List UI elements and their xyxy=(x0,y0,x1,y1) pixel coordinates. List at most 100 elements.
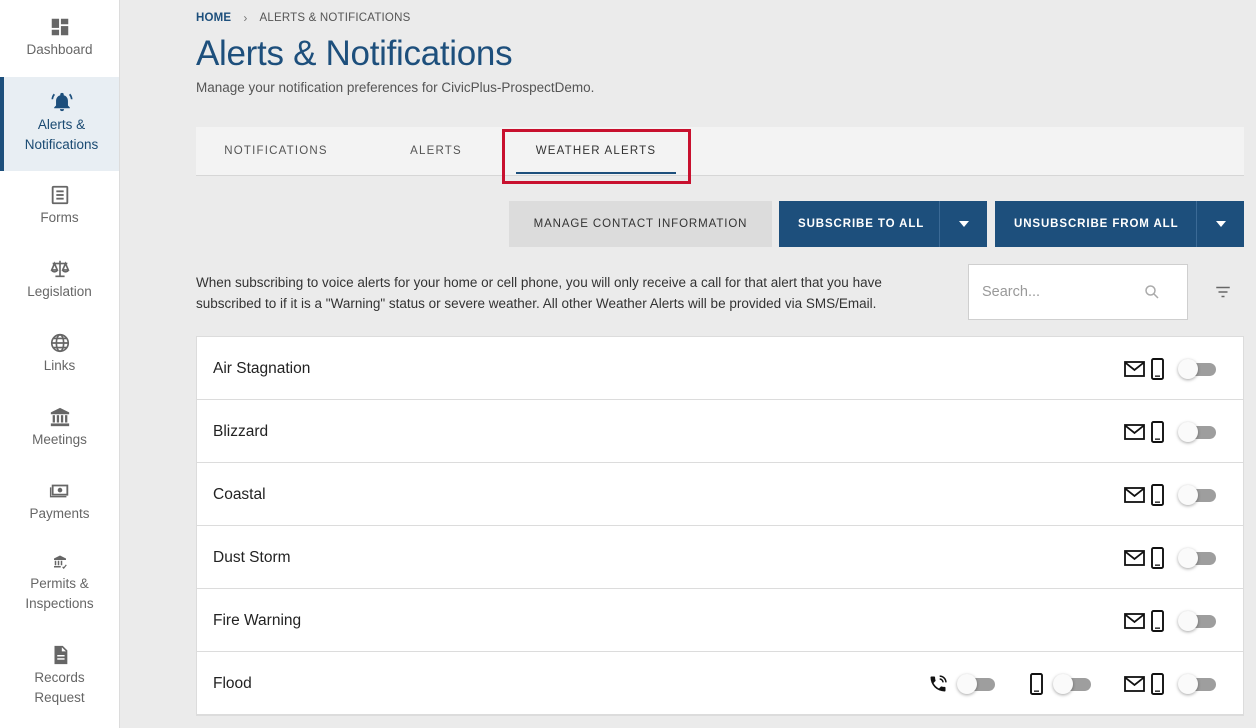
subscription-toggle[interactable] xyxy=(1178,610,1216,632)
channel-email-sms-control xyxy=(1123,420,1216,444)
building-icon xyxy=(50,407,69,427)
manage-contact-information-button[interactable]: MANAGE CONTACT INFORMATION xyxy=(509,201,772,247)
channel-email-sms-control xyxy=(1123,546,1216,570)
sidebar-item-label: Dashboard xyxy=(26,42,93,57)
mobile-phone-icon xyxy=(1151,484,1164,506)
page-title: Alerts & Notifications xyxy=(196,34,513,73)
subscription-toggle[interactable] xyxy=(1178,421,1216,443)
email-icon xyxy=(1123,424,1145,440)
email-icon xyxy=(1123,550,1145,566)
sidebar-item-label: Alerts & Notifications xyxy=(24,117,99,152)
document-icon xyxy=(54,645,67,665)
toggle-knob xyxy=(1178,674,1198,694)
chevron-right-icon: › xyxy=(243,11,248,25)
sidebar-item-label: Payments xyxy=(29,506,90,521)
channel-sms-control xyxy=(1027,672,1091,696)
subscription-toggle[interactable] xyxy=(1178,547,1216,569)
sidebar-item-permits-inspections[interactable]: Permits & Inspections xyxy=(0,554,119,614)
alert-name: Blizzard xyxy=(213,423,269,440)
sidebar-item-alerts-notifications[interactable]: Alerts & Notifications xyxy=(0,77,119,171)
alert-name: Coastal xyxy=(213,486,266,503)
alert-name: Air Stagnation xyxy=(213,360,311,377)
tab-alerts[interactable]: ALERTS xyxy=(356,127,516,176)
mobile-phone-icon xyxy=(1151,610,1164,632)
channel-email-sms-control xyxy=(1123,672,1216,696)
dashboard-icon xyxy=(51,18,68,36)
weather-alert-row: Blizzard xyxy=(197,400,1243,463)
weather-alerts-list: Air Stagnation Blizzard Coastal Dust Storm F… xyxy=(196,336,1244,716)
sidebar-item-dashboard[interactable]: Dashboard xyxy=(0,16,119,66)
filter-icon[interactable] xyxy=(1214,283,1232,301)
scales-icon xyxy=(49,260,70,278)
sidebar-item-label: Permits & Inspections xyxy=(25,576,94,611)
money-icon xyxy=(49,484,68,498)
search-input[interactable] xyxy=(982,265,1142,319)
mobile-phone-icon xyxy=(1029,673,1043,695)
sidebar: Dashboard Alerts & Notifications Forms L… xyxy=(0,0,120,728)
mobile-phone-icon xyxy=(1151,421,1164,443)
tab-bar: NOTIFICATIONS ALERTS WEATHER ALERTS xyxy=(196,127,1244,176)
form-icon xyxy=(51,185,68,205)
globe-icon xyxy=(50,333,69,353)
subscription-toggle[interactable] xyxy=(1053,673,1091,695)
mobile-phone-icon xyxy=(1151,673,1164,695)
bell-icon xyxy=(50,92,73,112)
subscription-toggle[interactable] xyxy=(957,673,995,695)
alert-name: Fire Warning xyxy=(213,612,302,629)
subscription-toggle[interactable] xyxy=(1178,484,1216,506)
toggle-knob xyxy=(1178,548,1198,568)
email-icon xyxy=(1123,613,1145,629)
toggle-knob xyxy=(1178,485,1198,505)
caret-down-icon xyxy=(958,221,969,227)
email-icon xyxy=(1123,361,1145,377)
weather-alert-row: Coastal xyxy=(197,463,1243,526)
weather-alert-row: Flood xyxy=(197,652,1243,715)
email-icon xyxy=(1123,676,1145,692)
unsubscribe-dropdown-toggle[interactable] xyxy=(1196,201,1244,247)
phone-call-icon xyxy=(930,675,947,692)
weather-alert-row: Air Stagnation xyxy=(197,337,1243,400)
mobile-phone-icon xyxy=(1151,358,1164,380)
sidebar-item-label: Records Request xyxy=(34,670,85,705)
weather-alert-row: Fire Warning xyxy=(197,589,1243,652)
sidebar-item-label: Meetings xyxy=(32,432,87,447)
sidebar-item-legislation[interactable]: Legislation xyxy=(0,258,119,306)
channel-email-sms-control xyxy=(1123,609,1216,633)
weather-alert-row: Dust Storm xyxy=(197,526,1243,589)
unsubscribe-from-all-label: UNSUBSCRIBE FROM ALL xyxy=(1014,218,1179,230)
unsubscribe-from-all-button[interactable]: UNSUBSCRIBE FROM ALL xyxy=(995,201,1244,247)
email-icon xyxy=(1123,487,1145,503)
sidebar-item-records-request[interactable]: Records Request xyxy=(0,644,119,710)
toggle-knob xyxy=(1053,674,1073,694)
sidebar-item-links[interactable]: Links xyxy=(0,332,119,380)
toggle-knob xyxy=(1178,422,1198,442)
sidebar-item-meetings[interactable]: Meetings xyxy=(0,406,119,454)
permit-icon xyxy=(53,555,67,569)
sidebar-item-forms[interactable]: Forms xyxy=(0,184,119,232)
channel-voice-control xyxy=(927,672,995,696)
search-icon[interactable] xyxy=(1143,283,1161,301)
sidebar-item-label: Links xyxy=(43,358,76,373)
alert-name: Flood xyxy=(213,675,252,692)
search-box xyxy=(968,264,1188,320)
mobile-phone-icon xyxy=(1151,547,1164,569)
voice-alert-info-text: When subscribing to voice alerts for you… xyxy=(196,275,882,311)
tab-notifications[interactable]: NOTIFICATIONS xyxy=(196,127,356,176)
subscribe-to-all-button[interactable]: SUBSCRIBE TO ALL xyxy=(779,201,987,247)
breadcrumb: HOME › ALERTS & NOTIFICATIONS xyxy=(196,11,410,25)
subscribe-dropdown-toggle[interactable] xyxy=(939,201,987,247)
breadcrumb-home-link[interactable]: HOME xyxy=(196,12,231,24)
page-subtitle: Manage your notification preferences for… xyxy=(196,80,595,95)
toggle-knob xyxy=(1178,611,1198,631)
caret-down-icon xyxy=(1215,221,1226,227)
toggle-knob xyxy=(957,674,977,694)
sidebar-item-label: Forms xyxy=(40,210,79,225)
sidebar-item-label: Legislation xyxy=(27,284,92,299)
toggle-knob xyxy=(1178,359,1198,379)
channel-email-sms-control xyxy=(1123,483,1216,507)
breadcrumb-current: ALERTS & NOTIFICATIONS xyxy=(259,12,411,24)
sidebar-item-payments[interactable]: Payments xyxy=(0,480,119,528)
subscribe-to-all-label: SUBSCRIBE TO ALL xyxy=(798,218,925,230)
subscription-toggle[interactable] xyxy=(1178,358,1216,380)
subscription-toggle[interactable] xyxy=(1178,673,1216,695)
